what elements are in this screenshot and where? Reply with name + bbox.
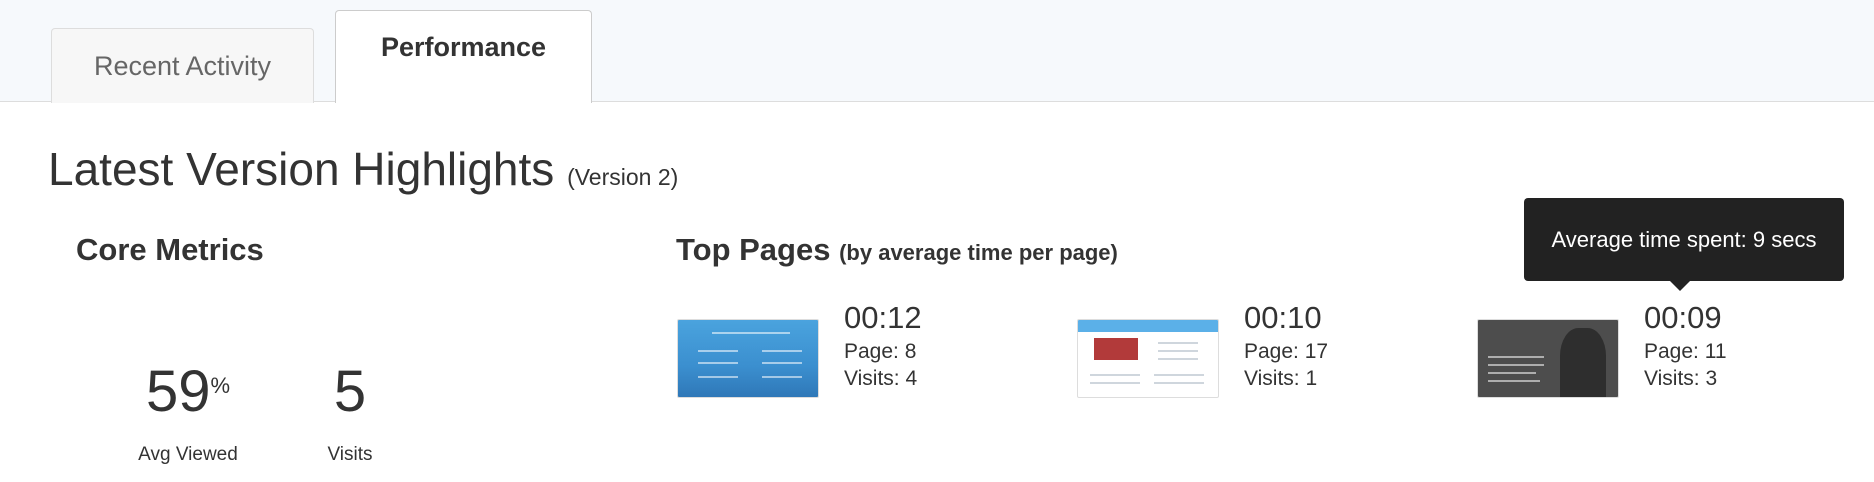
page-number: Page: 17 — [1244, 340, 1329, 363]
page-title-text: Latest Version Highlights — [48, 143, 555, 195]
page-thumbnail[interactable] — [677, 319, 819, 398]
page-number: Page: 8 — [844, 340, 917, 363]
page-visits: Visits: 3 — [1644, 367, 1718, 390]
top-page-item: 00:12 Page: 8 Visits: 4 — [844, 298, 922, 392]
page-thumbnail[interactable] — [1477, 319, 1619, 398]
visits-value: 5 — [333, 359, 367, 424]
tab-recent-activity[interactable]: Recent Activity — [51, 28, 314, 103]
avg-viewed-value: 59% — [112, 358, 264, 425]
avg-time: 00:12 — [844, 300, 922, 335]
avg-time: 00:09 — [1644, 300, 1722, 335]
tooltip-text: Average time spent: 9 secs — [1551, 226, 1817, 252]
core-metrics-title: Core Metrics — [76, 232, 264, 267]
tab-performance[interactable]: Performance — [335, 10, 592, 103]
tab-bar: Recent Activity Performance — [0, 0, 1874, 103]
avg-viewed-label: Avg Viewed — [138, 444, 238, 465]
top-pages-title: Top Pages (by average time per page) — [676, 232, 1118, 268]
page-number: Page: 11 — [1644, 340, 1727, 363]
top-page-item: 00:10 Page: 17 Visits: 1 — [1244, 298, 1328, 392]
page-visits: Visits: 1 — [1244, 367, 1318, 390]
top-pages-title-text: Top Pages — [676, 232, 831, 267]
average-time-tooltip: Average time spent: 9 secs — [1524, 198, 1844, 291]
top-page-item: 00:09 Page: 11 Visits: 3 — [1644, 298, 1727, 392]
avg-viewed-number: 59 — [145, 359, 211, 424]
page-visits: Visits: 4 — [844, 367, 918, 390]
visits-label: Visits — [327, 444, 373, 465]
page-thumbnail[interactable] — [1077, 319, 1219, 398]
version-label: (Version 2) — [567, 164, 679, 190]
page-title: Latest Version Highlights (Version 2) — [48, 142, 678, 196]
tab-performance-label: Performance — [380, 31, 547, 62]
top-pages-subtitle: (by average time per page) — [839, 240, 1118, 265]
avg-time: 00:10 — [1244, 300, 1322, 335]
tab-recent-activity-label: Recent Activity — [93, 50, 272, 81]
avg-viewed-unit: % — [210, 373, 231, 398]
